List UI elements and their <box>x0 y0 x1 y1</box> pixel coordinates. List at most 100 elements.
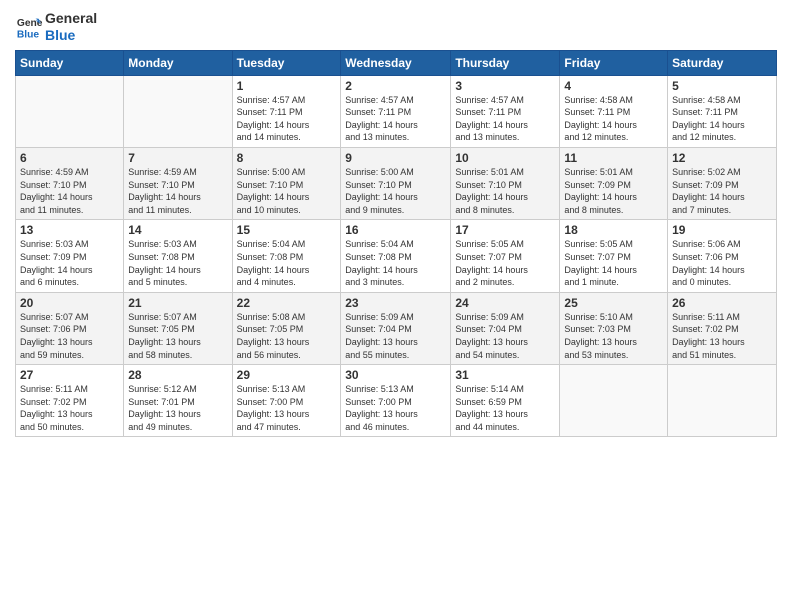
day-number: 20 <box>20 296 119 310</box>
day-number: 9 <box>345 151 446 165</box>
day-number: 14 <box>128 223 227 237</box>
day-number: 23 <box>345 296 446 310</box>
day-info: Sunrise: 5:10 AM Sunset: 7:03 PM Dayligh… <box>564 311 663 361</box>
weekday-header-tuesday: Tuesday <box>232 50 341 75</box>
day-number: 10 <box>455 151 555 165</box>
weekday-header-row: SundayMondayTuesdayWednesdayThursdayFrid… <box>16 50 777 75</box>
day-info: Sunrise: 5:04 AM Sunset: 7:08 PM Dayligh… <box>345 238 446 288</box>
day-cell: 30Sunrise: 5:13 AM Sunset: 7:00 PM Dayli… <box>341 365 451 437</box>
day-number: 30 <box>345 368 446 382</box>
day-info: Sunrise: 4:58 AM Sunset: 7:11 PM Dayligh… <box>672 94 772 144</box>
day-info: Sunrise: 4:57 AM Sunset: 7:11 PM Dayligh… <box>345 94 446 144</box>
day-number: 26 <box>672 296 772 310</box>
day-info: Sunrise: 4:59 AM Sunset: 7:10 PM Dayligh… <box>20 166 119 216</box>
weekday-header-wednesday: Wednesday <box>341 50 451 75</box>
day-number: 17 <box>455 223 555 237</box>
day-info: Sunrise: 5:09 AM Sunset: 7:04 PM Dayligh… <box>345 311 446 361</box>
day-cell: 27Sunrise: 5:11 AM Sunset: 7:02 PM Dayli… <box>16 365 124 437</box>
day-number: 28 <box>128 368 227 382</box>
day-info: Sunrise: 5:07 AM Sunset: 7:05 PM Dayligh… <box>128 311 227 361</box>
day-info: Sunrise: 5:06 AM Sunset: 7:06 PM Dayligh… <box>672 238 772 288</box>
day-cell: 7Sunrise: 4:59 AM Sunset: 7:10 PM Daylig… <box>124 147 232 219</box>
day-cell: 22Sunrise: 5:08 AM Sunset: 7:05 PM Dayli… <box>232 292 341 364</box>
day-number: 4 <box>564 79 663 93</box>
day-info: Sunrise: 5:04 AM Sunset: 7:08 PM Dayligh… <box>237 238 337 288</box>
week-row-5: 27Sunrise: 5:11 AM Sunset: 7:02 PM Dayli… <box>16 365 777 437</box>
day-cell: 17Sunrise: 5:05 AM Sunset: 7:07 PM Dayli… <box>451 220 560 292</box>
day-number: 6 <box>20 151 119 165</box>
day-cell: 19Sunrise: 5:06 AM Sunset: 7:06 PM Dayli… <box>668 220 777 292</box>
day-cell: 28Sunrise: 5:12 AM Sunset: 7:01 PM Dayli… <box>124 365 232 437</box>
day-number: 18 <box>564 223 663 237</box>
day-info: Sunrise: 5:05 AM Sunset: 7:07 PM Dayligh… <box>455 238 555 288</box>
day-cell: 11Sunrise: 5:01 AM Sunset: 7:09 PM Dayli… <box>560 147 668 219</box>
day-cell: 8Sunrise: 5:00 AM Sunset: 7:10 PM Daylig… <box>232 147 341 219</box>
day-info: Sunrise: 5:11 AM Sunset: 7:02 PM Dayligh… <box>20 383 119 433</box>
week-row-4: 20Sunrise: 5:07 AM Sunset: 7:06 PM Dayli… <box>16 292 777 364</box>
day-info: Sunrise: 4:57 AM Sunset: 7:11 PM Dayligh… <box>237 94 337 144</box>
week-row-2: 6Sunrise: 4:59 AM Sunset: 7:10 PM Daylig… <box>16 147 777 219</box>
weekday-header-thursday: Thursday <box>451 50 560 75</box>
day-info: Sunrise: 4:58 AM Sunset: 7:11 PM Dayligh… <box>564 94 663 144</box>
day-info: Sunrise: 5:09 AM Sunset: 7:04 PM Dayligh… <box>455 311 555 361</box>
day-info: Sunrise: 4:59 AM Sunset: 7:10 PM Dayligh… <box>128 166 227 216</box>
logo-icon: General Blue <box>15 13 43 41</box>
day-number: 8 <box>237 151 337 165</box>
weekday-header-saturday: Saturday <box>668 50 777 75</box>
day-cell: 14Sunrise: 5:03 AM Sunset: 7:08 PM Dayli… <box>124 220 232 292</box>
weekday-header-monday: Monday <box>124 50 232 75</box>
day-info: Sunrise: 5:03 AM Sunset: 7:08 PM Dayligh… <box>128 238 227 288</box>
day-info: Sunrise: 5:00 AM Sunset: 7:10 PM Dayligh… <box>237 166 337 216</box>
day-number: 5 <box>672 79 772 93</box>
day-cell <box>16 75 124 147</box>
day-number: 1 <box>237 79 337 93</box>
weekday-header-sunday: Sunday <box>16 50 124 75</box>
day-number: 31 <box>455 368 555 382</box>
day-number: 2 <box>345 79 446 93</box>
day-cell: 26Sunrise: 5:11 AM Sunset: 7:02 PM Dayli… <box>668 292 777 364</box>
day-info: Sunrise: 5:12 AM Sunset: 7:01 PM Dayligh… <box>128 383 227 433</box>
day-cell: 10Sunrise: 5:01 AM Sunset: 7:10 PM Dayli… <box>451 147 560 219</box>
day-cell: 6Sunrise: 4:59 AM Sunset: 7:10 PM Daylig… <box>16 147 124 219</box>
day-cell: 5Sunrise: 4:58 AM Sunset: 7:11 PM Daylig… <box>668 75 777 147</box>
day-number: 12 <box>672 151 772 165</box>
week-row-1: 1Sunrise: 4:57 AM Sunset: 7:11 PM Daylig… <box>16 75 777 147</box>
day-cell: 13Sunrise: 5:03 AM Sunset: 7:09 PM Dayli… <box>16 220 124 292</box>
day-number: 29 <box>237 368 337 382</box>
day-cell: 15Sunrise: 5:04 AM Sunset: 7:08 PM Dayli… <box>232 220 341 292</box>
calendar: SundayMondayTuesdayWednesdayThursdayFrid… <box>15 50 777 438</box>
day-info: Sunrise: 5:13 AM Sunset: 7:00 PM Dayligh… <box>345 383 446 433</box>
day-cell: 20Sunrise: 5:07 AM Sunset: 7:06 PM Dayli… <box>16 292 124 364</box>
day-info: Sunrise: 5:08 AM Sunset: 7:05 PM Dayligh… <box>237 311 337 361</box>
logo-text: General Blue <box>45 10 97 44</box>
day-cell: 16Sunrise: 5:04 AM Sunset: 7:08 PM Dayli… <box>341 220 451 292</box>
page: General Blue General Blue SundayMondayTu… <box>0 0 792 612</box>
day-info: Sunrise: 5:02 AM Sunset: 7:09 PM Dayligh… <box>672 166 772 216</box>
day-number: 11 <box>564 151 663 165</box>
day-cell: 2Sunrise: 4:57 AM Sunset: 7:11 PM Daylig… <box>341 75 451 147</box>
day-cell: 24Sunrise: 5:09 AM Sunset: 7:04 PM Dayli… <box>451 292 560 364</box>
day-cell: 25Sunrise: 5:10 AM Sunset: 7:03 PM Dayli… <box>560 292 668 364</box>
day-info: Sunrise: 5:11 AM Sunset: 7:02 PM Dayligh… <box>672 311 772 361</box>
day-number: 7 <box>128 151 227 165</box>
day-cell <box>668 365 777 437</box>
day-number: 22 <box>237 296 337 310</box>
day-number: 13 <box>20 223 119 237</box>
day-info: Sunrise: 5:05 AM Sunset: 7:07 PM Dayligh… <box>564 238 663 288</box>
day-cell: 29Sunrise: 5:13 AM Sunset: 7:00 PM Dayli… <box>232 365 341 437</box>
day-cell: 3Sunrise: 4:57 AM Sunset: 7:11 PM Daylig… <box>451 75 560 147</box>
day-cell: 18Sunrise: 5:05 AM Sunset: 7:07 PM Dayli… <box>560 220 668 292</box>
header: General Blue General Blue <box>15 10 777 44</box>
day-cell <box>124 75 232 147</box>
day-cell: 12Sunrise: 5:02 AM Sunset: 7:09 PM Dayli… <box>668 147 777 219</box>
day-info: Sunrise: 5:01 AM Sunset: 7:09 PM Dayligh… <box>564 166 663 216</box>
day-number: 15 <box>237 223 337 237</box>
logo: General Blue General Blue <box>15 10 97 44</box>
day-number: 25 <box>564 296 663 310</box>
day-cell: 4Sunrise: 4:58 AM Sunset: 7:11 PM Daylig… <box>560 75 668 147</box>
day-info: Sunrise: 5:00 AM Sunset: 7:10 PM Dayligh… <box>345 166 446 216</box>
day-cell: 9Sunrise: 5:00 AM Sunset: 7:10 PM Daylig… <box>341 147 451 219</box>
day-cell: 21Sunrise: 5:07 AM Sunset: 7:05 PM Dayli… <box>124 292 232 364</box>
day-number: 24 <box>455 296 555 310</box>
day-info: Sunrise: 5:03 AM Sunset: 7:09 PM Dayligh… <box>20 238 119 288</box>
